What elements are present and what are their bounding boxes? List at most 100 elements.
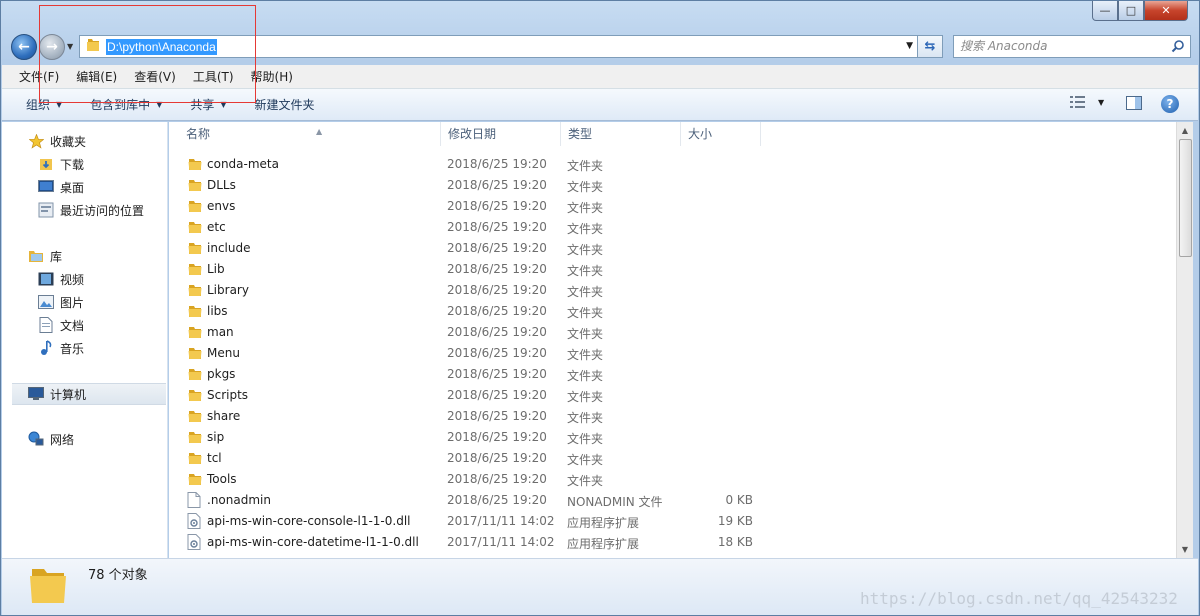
- scroll-up-icon[interactable]: ▲: [1177, 122, 1193, 139]
- file-row[interactable]: conda-meta 2018/6/25 19:20 文件夹: [179, 154, 779, 175]
- sidebar-item-label: 计算机: [50, 387, 87, 402]
- folder-icon: [187, 261, 203, 277]
- sidebar-item-label: 文档: [60, 318, 85, 333]
- menu-help[interactable]: 帮助(H): [242, 68, 301, 85]
- file-row[interactable]: libs 2018/6/25 19:20 文件夹: [179, 301, 779, 322]
- star-icon: [28, 133, 44, 149]
- file-row[interactable]: Scripts 2018/6/25 19:20 文件夹: [179, 385, 779, 406]
- file-row[interactable]: Menu 2018/6/25 19:20 文件夹: [179, 343, 779, 364]
- file-row[interactable]: api-ms-win-core-datetime-l1-1-0.dll 2017/…: [179, 532, 779, 553]
- file-name: api-ms-win-core-datetime-l1-1-0.dll: [207, 535, 419, 549]
- file-date: 2018/6/25 19:20: [447, 262, 547, 276]
- file-name: include: [207, 241, 251, 255]
- column-size[interactable]: 大小: [681, 122, 761, 146]
- preview-pane-button[interactable]: [1126, 96, 1142, 110]
- menu-edit[interactable]: 编辑(E): [67, 68, 125, 85]
- scroll-thumb[interactable]: [1179, 139, 1192, 257]
- file-name: Lib: [207, 262, 225, 276]
- include-library-label: 包含到库中: [90, 98, 151, 112]
- organize-label: 组织: [26, 98, 51, 112]
- file-row[interactable]: Tools 2018/6/25 19:20 文件夹: [179, 469, 779, 490]
- file-row[interactable]: Library 2018/6/25 19:20 文件夹: [179, 280, 779, 301]
- organize-button[interactable]: 组织 ▼: [26, 96, 62, 113]
- share-button[interactable]: 共享 ▼: [190, 96, 226, 113]
- file-row[interactable]: envs 2018/6/25 19:20 文件夹: [179, 196, 779, 217]
- file-name: .nonadmin: [207, 493, 271, 507]
- column-name-label: 名称: [186, 127, 211, 141]
- column-type[interactable]: 类型: [561, 122, 681, 146]
- sidebar-item-label: 桌面: [60, 180, 85, 195]
- sort-ascending-icon: ▲: [316, 127, 323, 136]
- file-type: 应用程序扩展: [567, 516, 640, 530]
- file-row[interactable]: tcl 2018/6/25 19:20 文件夹: [179, 448, 779, 469]
- search-box[interactable]: [953, 35, 1191, 58]
- refresh-button[interactable]: ⇆: [918, 35, 943, 58]
- maximize-button[interactable]: □: [1118, 1, 1144, 21]
- recent-pages-dropdown[interactable]: ▼: [67, 42, 73, 51]
- explorer-window: — □ ✕ ← → ▼ D:\python\Anaconda ▼ ⇆ 文件(F)…: [0, 0, 1200, 616]
- file-type: 文件夹: [567, 411, 604, 425]
- folder-icon: [187, 408, 203, 424]
- sidebar-item-computer[interactable]: 计算机: [12, 383, 166, 405]
- share-label: 共享: [190, 98, 215, 112]
- file-type: 文件夹: [567, 180, 604, 194]
- file-row[interactable]: pkgs 2018/6/25 19:20 文件夹: [179, 364, 779, 385]
- file-row[interactable]: man 2018/6/25 19:20 文件夹: [179, 322, 779, 343]
- address-bar[interactable]: D:\python\Anaconda ▼: [79, 35, 918, 58]
- include-library-button[interactable]: 包含到库中 ▼: [90, 96, 162, 113]
- folder-icon: [187, 177, 203, 193]
- file-name: Tools: [207, 472, 237, 486]
- menu-view[interactable]: 查看(V): [125, 68, 184, 85]
- folder-large-icon: [30, 569, 66, 603]
- sidebar-item-label: 视频: [60, 272, 85, 287]
- close-button[interactable]: ✕: [1144, 1, 1188, 21]
- new-folder-label: 新建文件夹: [254, 98, 315, 112]
- folder-icon: [187, 429, 203, 445]
- file-size: 18 KB: [717, 535, 753, 549]
- chevron-down-icon: ▼: [56, 100, 63, 109]
- column-date[interactable]: 修改日期: [441, 122, 561, 146]
- file-row[interactable]: .nonadmin 2018/6/25 19:20 NONADMIN 文件 0 KB: [179, 490, 779, 511]
- downloads-folder-icon: [38, 156, 54, 172]
- refresh-icon: ⇆: [924, 39, 936, 54]
- sidebar-item-label: 音乐: [60, 341, 85, 356]
- menu-tools[interactable]: 工具(T): [184, 68, 242, 85]
- file-date: 2017/11/11 14:02: [447, 535, 555, 549]
- forward-button[interactable]: →: [39, 34, 65, 60]
- vertical-scrollbar[interactable]: ▲ ▼: [1176, 122, 1193, 558]
- help-button[interactable]: ?: [1161, 95, 1179, 113]
- file-row[interactable]: etc 2018/6/25 19:20 文件夹: [179, 217, 779, 238]
- file-date: 2018/6/25 19:20: [447, 283, 547, 297]
- file-type: 文件夹: [567, 222, 604, 236]
- file-type: 文件夹: [567, 348, 604, 362]
- file-name: tcl: [207, 451, 222, 465]
- minimize-button[interactable]: —: [1092, 1, 1118, 21]
- search-input[interactable]: [960, 39, 1165, 53]
- folder-icon: [85, 37, 101, 56]
- file-date: 2018/6/25 19:20: [447, 430, 547, 444]
- file-row[interactable]: sip 2018/6/25 19:20 文件夹: [179, 427, 779, 448]
- search-icon[interactable]: [1171, 39, 1185, 53]
- address-dropdown-icon[interactable]: ▼: [906, 41, 913, 51]
- menu-file[interactable]: 文件(F): [10, 68, 67, 85]
- back-button[interactable]: ←: [11, 34, 37, 60]
- file-name: envs: [207, 199, 236, 213]
- column-name[interactable]: 名称 ▲: [179, 122, 441, 146]
- scroll-down-icon[interactable]: ▼: [1177, 541, 1193, 558]
- file-date: 2017/11/11 14:02: [447, 514, 555, 528]
- file-type: 文件夹: [567, 474, 604, 488]
- column-type-label: 类型: [568, 127, 593, 141]
- file-row[interactable]: include 2018/6/25 19:20 文件夹: [179, 238, 779, 259]
- file-row[interactable]: share 2018/6/25 19:20 文件夹: [179, 406, 779, 427]
- file-type: 文件夹: [567, 327, 604, 341]
- file-row[interactable]: api-ms-win-core-console-l1-1-0.dll 2017/1…: [179, 511, 779, 532]
- file-row[interactable]: DLLs 2018/6/25 19:20 文件夹: [179, 175, 779, 196]
- file-type: 文件夹: [567, 243, 604, 257]
- new-folder-button[interactable]: 新建文件夹: [255, 96, 315, 113]
- file-row[interactable]: Lib 2018/6/25 19:20 文件夹: [179, 259, 779, 280]
- address-path[interactable]: D:\python\Anaconda: [106, 38, 217, 55]
- videos-icon: [38, 271, 54, 287]
- folder-icon: [187, 387, 203, 403]
- folder-icon: [187, 303, 203, 319]
- view-options-button[interactable]: ▼: [1070, 95, 1104, 109]
